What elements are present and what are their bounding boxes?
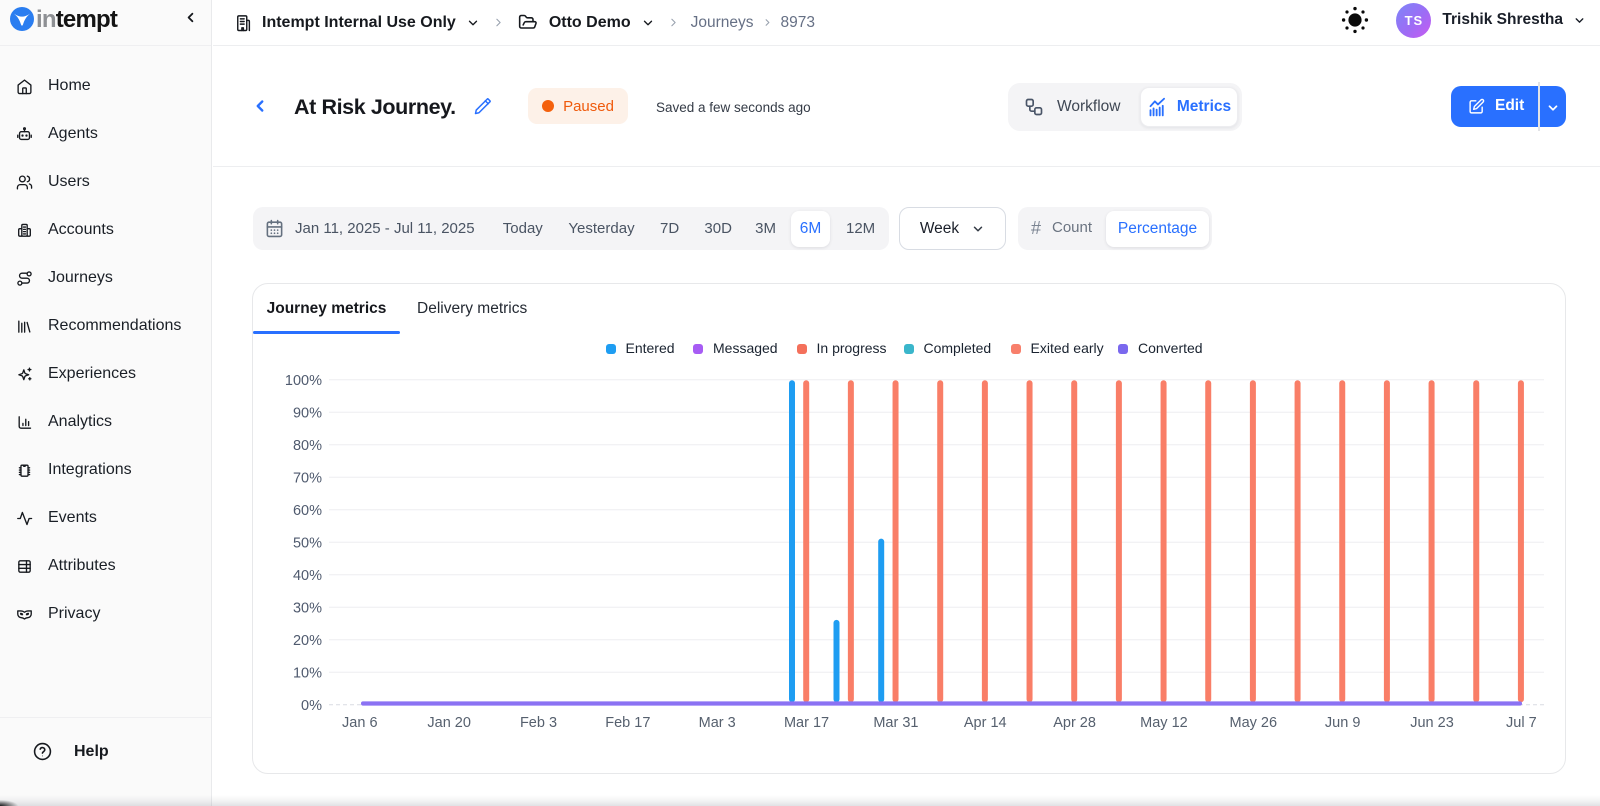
svg-text:Mar 3: Mar 3	[699, 715, 736, 731]
svg-text:0%: 0%	[301, 698, 322, 714]
svg-text:May 12: May 12	[1140, 715, 1188, 731]
svg-text:20%: 20%	[293, 633, 322, 649]
svg-text:90%: 90%	[293, 405, 322, 421]
svg-text:Mar 31: Mar 31	[873, 715, 918, 731]
svg-text:30%: 30%	[293, 600, 322, 616]
svg-text:80%: 80%	[293, 438, 322, 454]
svg-text:Feb 17: Feb 17	[605, 715, 650, 731]
svg-text:Mar 17: Mar 17	[784, 715, 829, 731]
svg-text:50%: 50%	[293, 535, 322, 551]
svg-text:60%: 60%	[293, 503, 322, 519]
svg-text:100%: 100%	[285, 373, 322, 389]
svg-text:Apr 28: Apr 28	[1053, 715, 1096, 731]
svg-text:Jul 7: Jul 7	[1506, 715, 1537, 731]
svg-text:Jan 6: Jan 6	[342, 715, 377, 731]
svg-text:Feb 3: Feb 3	[520, 715, 557, 731]
svg-text:Jun 23: Jun 23	[1410, 715, 1454, 731]
svg-text:Jun 9: Jun 9	[1325, 715, 1360, 731]
svg-text:May 26: May 26	[1230, 715, 1278, 731]
svg-text:40%: 40%	[293, 568, 322, 584]
svg-text:70%: 70%	[293, 470, 322, 486]
svg-text:Apr 14: Apr 14	[964, 715, 1007, 731]
svg-text:10%: 10%	[293, 665, 322, 681]
svg-text:Jan 20: Jan 20	[427, 715, 471, 731]
